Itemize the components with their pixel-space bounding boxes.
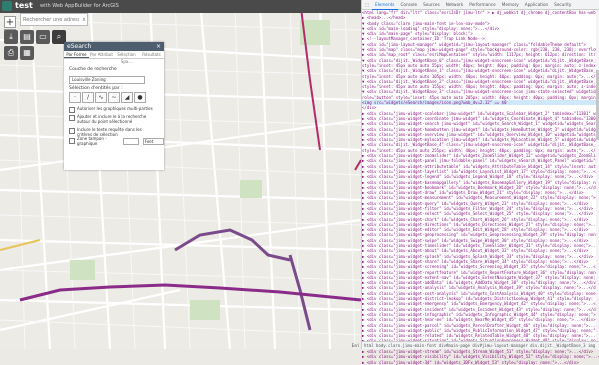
devtools-tabs: ⬚ Elements Console Sources Network Perfo… [362, 0, 599, 10]
buffer-label: Zone tampon - graphique [77, 136, 107, 146]
panel-title: eSearch [67, 43, 92, 50]
dom-line[interactable]: ▶ <div class="jimu-widget-about" id="wid… [362, 248, 599, 253]
dom-line[interactable]: ▶ <div class="jimu-widget-3d" id="widget… [362, 360, 599, 365]
buffer-row: Zone tampon - graphique Feet [69, 136, 164, 146]
layer-select[interactable]: Louisville Zoning [69, 76, 145, 84]
bookmark-icon[interactable]: ▤ [20, 30, 34, 44]
tab-memory[interactable]: Memory [499, 0, 522, 9]
multipart-label: Autoriser les graphiques multi-parties [77, 106, 153, 111]
tab-security[interactable]: Security [551, 0, 574, 9]
dom-line[interactable]: ▶ <div class="jimu-widget-select" id="wi… [362, 211, 599, 216]
dom-line[interactable]: ▶ <div class="jimu-widget-legend" id="wi… [362, 174, 599, 179]
panel-tabs: Par Forme Par Attribut Sélection Spa... … [64, 51, 164, 64]
tab-sources[interactable]: Sources [420, 0, 443, 9]
panel-header: eSearch × [64, 42, 164, 51]
tab-console[interactable]: Console [398, 0, 421, 9]
tab-selection-spatiale[interactable]: Sélection Spa... [114, 51, 139, 64]
layer-label: Couche de recherche [69, 67, 117, 72]
dom-line[interactable]: ▶ <div class="jimu-widget-analysis" id="… [362, 285, 599, 290]
dom-line[interactable]: ▶ <div class="jimu-widget-geoprocessing"… [362, 232, 599, 237]
dom-line[interactable]: ▶ <div class="jimu-widget-visibility" id… [362, 354, 599, 359]
app-title: test [15, 1, 33, 10]
dom-line[interactable]: ▶ <div class="jimu-widget-measurement" i… [362, 195, 599, 200]
app-header: test with Web AppBuilder for ArcGIS [0, 0, 361, 13]
map-attribution: Esri [351, 343, 359, 348]
circle-tool-icon[interactable]: ● [134, 92, 146, 103]
map-canvas[interactable] [0, 0, 361, 349]
devtools-panel: ⬚ Elements Console Sources Network Perfo… [361, 0, 599, 365]
tab-performance[interactable]: Performance [466, 0, 499, 9]
print-icon[interactable]: ⎙ [4, 46, 18, 60]
tab-resultats[interactable]: Résultats [139, 51, 164, 58]
checkbox-box[interactable] [69, 114, 75, 121]
tab-network[interactable]: Network [443, 0, 466, 9]
dom-line[interactable]: ▼ <div class="dijit._WidgetBase_1" class… [362, 68, 599, 73]
buffer-unit-select[interactable]: Feet [142, 137, 164, 145]
multipart-checkbox[interactable]: Autoriser les graphiques multi-parties [69, 106, 153, 113]
include-point-checkbox[interactable]: Ajouter et inclure le à la recherche aut… [69, 114, 157, 124]
zoom-in-button[interactable]: + [4, 16, 16, 28]
devtools-inspect-icon[interactable]: ⬚ [362, 0, 372, 9]
map-view[interactable]: test with Web AppBuilder for ArcGIS ⌕ + … [0, 0, 361, 349]
draw-label: Sélection d'entités par : [69, 86, 123, 91]
polyline-tool-icon[interactable]: ∿ [95, 92, 107, 103]
dom-line[interactable]: ▼ <div class="dijit._WidgetBase_3" class… [362, 89, 599, 94]
grid-icon[interactable]: ▦ [20, 46, 34, 60]
include-point-label: Ajouter et inclure le à la recherche aut… [77, 114, 147, 124]
dom-line[interactable]: ▶ <div class="jimu-widget-emergency" id=… [362, 301, 599, 306]
app-logo [2, 1, 12, 11]
dom-line[interactable]: ▶ <div class="dijit._WidgetBase_4" class… [362, 142, 599, 147]
tab-par-forme[interactable]: Par Forme [64, 51, 89, 58]
dom-line[interactable]: ▶ <div id="map_root" class="esriMapConta… [362, 52, 599, 57]
dom-tree[interactable]: <html lang="fr" dir="ltr" class="esriJsD… [362, 10, 599, 365]
polygon-tool-icon[interactable]: ◢ [121, 92, 133, 103]
point-tool-icon[interactable]: · [69, 92, 81, 103]
app-subtitle: with Web AppBuilder for ArcGIS [40, 3, 119, 9]
search-box[interactable]: ⌕ [20, 13, 88, 26]
close-icon[interactable]: × [156, 42, 161, 51]
dom-line[interactable]: ▶ <div class="jimu-widget-panel jimu-fol… [362, 158, 599, 163]
draw-tools: · ∕ ∿ ~ ◢ ● [69, 92, 146, 103]
search-icon[interactable]: ⌕ [81, 15, 87, 24]
tab-elements[interactable]: Elements [371, 0, 398, 10]
freehand-tool-icon[interactable]: ~ [108, 92, 120, 103]
dom-line[interactable]: ▶ <div class="jimu-widget-screening" id=… [362, 264, 599, 269]
buffer-distance-input[interactable] [123, 137, 139, 145]
tab-par-attribut[interactable]: Par Attribut [89, 51, 114, 58]
checkbox-box[interactable] [69, 138, 75, 145]
dom-line[interactable]: ▶ <div class="jimu-widget-search jimu-wi… [362, 121, 599, 126]
esearch-panel: eSearch × Par Forme Par Attribut Sélecti… [64, 42, 164, 170]
dom-line[interactable]: ▶ <div class="jimu-widget-near-me" id="w… [362, 317, 599, 322]
checkbox-box[interactable] [69, 106, 75, 113]
search-input[interactable] [21, 15, 81, 24]
checkbox-box[interactable] [69, 127, 75, 134]
line-tool-icon[interactable]: ∕ [82, 92, 94, 103]
devtools-breadcrumb: html body.claro.jimu-main-font div#main-… [362, 341, 599, 349]
download-icon[interactable]: ⤓ [4, 30, 18, 44]
tab-application[interactable]: Application [522, 0, 551, 9]
layer-list-icon[interactable]: ▭ [36, 30, 50, 44]
